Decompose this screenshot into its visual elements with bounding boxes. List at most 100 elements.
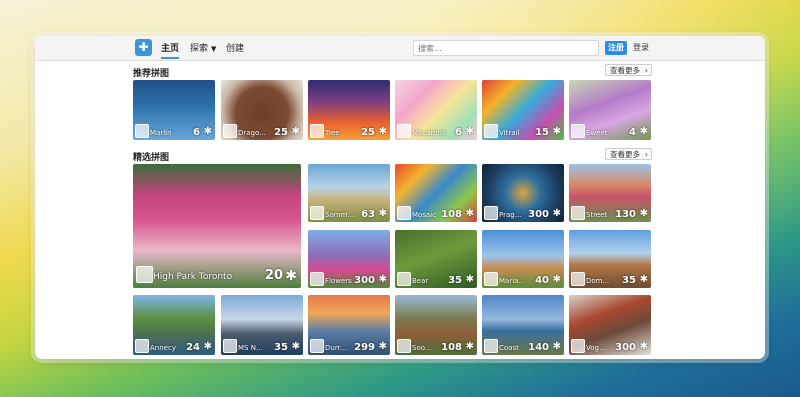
selected-more-button[interactable]: 查看更多 › <box>605 148 652 160</box>
puzzle-tile[interactable]: Macarons 6 ✱ <box>395 80 477 140</box>
puzzle-tile[interactable]: Dom... 35 ✱ <box>569 230 651 288</box>
avatar[interactable] <box>571 206 585 220</box>
puzzle-tile[interactable]: Durr... 299 ✱ <box>308 295 390 355</box>
selected-section-title: 精选拼图 <box>133 153 170 163</box>
puzzle-title: Street <box>586 211 608 219</box>
featured-more-label: 查看更多 <box>610 66 640 75</box>
selected-more-label: 查看更多 <box>610 150 640 159</box>
puzzle-tile[interactable]: Coast 140 ✱ <box>482 295 564 355</box>
featured-more-button[interactable]: 查看更多 › <box>605 64 652 76</box>
avatar[interactable] <box>310 124 324 138</box>
avatar[interactable] <box>484 206 498 220</box>
piece-count: 299 <box>354 342 375 353</box>
puzzle-title: Marlin <box>150 129 172 137</box>
puzzle-tile[interactable]: Sweet 4 ✱ <box>569 80 651 140</box>
puzzle-tile[interactable]: Vog... 300 ✱ <box>569 295 651 355</box>
avatar[interactable] <box>484 124 498 138</box>
puzzle-tile[interactable]: Street 130 ✱ <box>569 164 651 222</box>
avatar[interactable] <box>571 339 585 353</box>
puzzle-tile[interactable]: Annecy 24 ✱ <box>133 295 215 355</box>
puzzle-piece-icon: ✱ <box>378 208 387 219</box>
avatar[interactable] <box>397 339 411 353</box>
piece-count: 108 <box>441 342 462 353</box>
puzzle-title: Vitrail <box>499 129 520 137</box>
piece-count: 300 <box>528 209 549 220</box>
puzzle-tile[interactable]: Vitrail 15 ✱ <box>482 80 564 140</box>
nav-create[interactable]: 创建 <box>226 41 244 54</box>
piece-count: 4 <box>629 127 636 138</box>
puzzle-tile[interactable]: Maria... 40 ✱ <box>482 230 564 288</box>
puzzle-tile[interactable]: Mosaic 108 ✱ <box>395 164 477 222</box>
piece-count: 6 <box>193 127 200 138</box>
avatar[interactable] <box>310 206 324 220</box>
puzzle-piece-icon: ✱ <box>639 208 648 219</box>
piece-count: 25 <box>274 127 288 138</box>
puzzle-title: Mosaic <box>412 211 437 219</box>
puzzle-tile[interactable]: High Park Toronto 20 ✱ <box>133 164 301 288</box>
piece-count: 63 <box>361 209 375 220</box>
puzzle-title: Durr... <box>325 344 347 352</box>
puzzle-tile[interactable]: Soo... 108 ✱ <box>395 295 477 355</box>
avatar[interactable] <box>135 339 149 353</box>
nav-home[interactable]: 主页 <box>161 41 180 59</box>
piece-count: 140 <box>528 342 549 353</box>
nav-explore-label: 探索 <box>190 44 209 54</box>
avatar[interactable] <box>397 206 411 220</box>
puzzle-piece-icon: ✱ <box>291 341 300 352</box>
puzzle-tile[interactable]: Marlin 6 ✱ <box>133 80 215 140</box>
piece-count: 40 <box>535 275 549 286</box>
avatar[interactable] <box>223 124 237 138</box>
piece-count: 24 <box>186 342 200 353</box>
login-button[interactable]: 登录 <box>633 42 649 53</box>
puzzle-title: Annecy <box>150 344 176 352</box>
avatar[interactable] <box>310 272 324 286</box>
puzzle-tile[interactable]: Flowers 300 ✱ <box>308 230 390 288</box>
puzzle-logo-icon[interactable]: ✚ <box>135 39 152 56</box>
chevron-right-icon: › <box>644 66 648 75</box>
avatar[interactable] <box>223 339 237 353</box>
puzzle-piece-icon: ✱ <box>465 341 474 352</box>
avatar[interactable] <box>397 124 411 138</box>
puzzle-title: Bear <box>412 277 429 285</box>
puzzle-piece-icon: ✱ <box>465 274 474 285</box>
puzzle-piece-icon: ✱ <box>639 126 648 137</box>
puzzle-title: Prag... <box>499 211 522 219</box>
puzzle-tile[interactable]: Tree 25 ✱ <box>308 80 390 140</box>
piece-count: 108 <box>441 209 462 220</box>
puzzle-tile[interactable]: Drago... 25 ✱ <box>221 80 303 140</box>
search-input[interactable] <box>413 40 599 56</box>
avatar[interactable] <box>484 339 498 353</box>
puzzle-title: Sweet <box>586 129 608 137</box>
avatar[interactable] <box>571 272 585 286</box>
avatar[interactable] <box>135 124 149 138</box>
puzzle-piece-icon: ✱ <box>552 274 561 285</box>
puzzle-tile[interactable]: MS N... 35 ✱ <box>221 295 303 355</box>
piece-count: 35 <box>274 342 288 353</box>
piece-count: 15 <box>535 127 549 138</box>
nav-explore[interactable]: 探索 ▼ <box>190 41 216 54</box>
puzzle-title: Maria... <box>499 277 526 285</box>
avatar[interactable] <box>397 272 411 286</box>
puzzle-title: Vog... <box>586 344 606 352</box>
puzzle-tile[interactable]: Bear 35 ✱ <box>395 230 477 288</box>
chevron-right-icon: › <box>644 150 648 159</box>
puzzle-piece-icon: ✱ <box>378 274 387 285</box>
top-navigation-bar: ✚ 主页 探索▼ 创建 注册 登录 <box>35 36 765 61</box>
puzzle-tile[interactable]: Prag... 300 ✱ <box>482 164 564 222</box>
puzzle-title: Coast <box>499 344 519 352</box>
puzzle-title: Soo... <box>412 344 432 352</box>
puzzle-tile[interactable]: Somm... 63 ✱ <box>308 164 390 222</box>
piece-count: 300 <box>354 275 375 286</box>
puzzle-title: Dom... <box>586 277 610 285</box>
puzzle-piece-icon: ✱ <box>378 126 387 137</box>
avatar[interactable] <box>136 266 153 283</box>
avatar[interactable] <box>310 339 324 353</box>
avatar[interactable] <box>484 272 498 286</box>
browser-window: ✚ 主页 探索▼ 创建 注册 登录 推荐拼图 查看更多› Marlin6✱Dra… <box>35 36 765 359</box>
piece-count: 35 <box>448 275 462 286</box>
puzzle-piece-icon: ✱ <box>291 126 300 137</box>
register-button[interactable]: 注册 <box>605 41 627 55</box>
piece-count: 20 <box>264 268 283 283</box>
avatar[interactable] <box>571 124 585 138</box>
puzzle-piece-icon: ✱ <box>639 274 648 285</box>
